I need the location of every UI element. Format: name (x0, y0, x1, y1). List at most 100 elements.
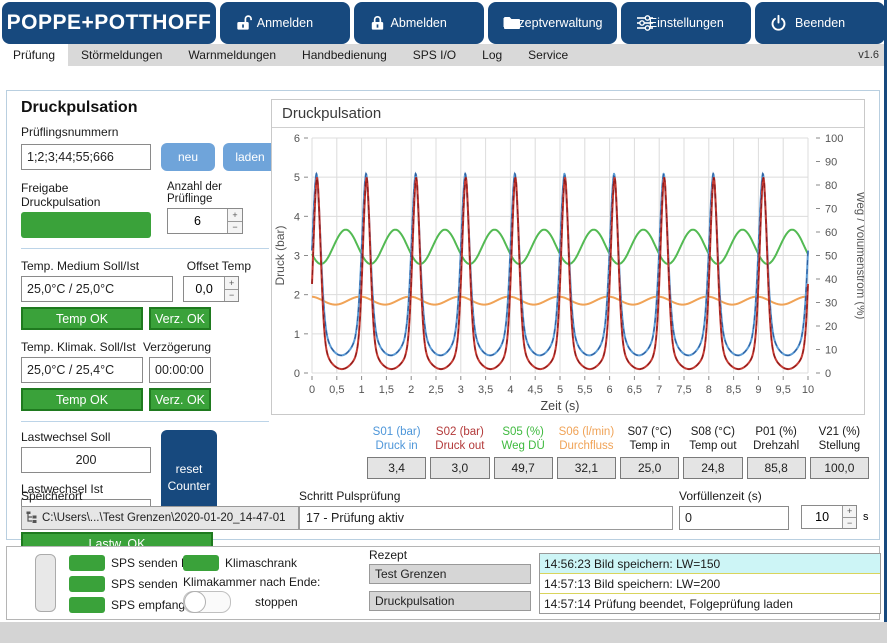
temp-medium-ok-button[interactable]: Temp OK (21, 307, 143, 330)
vorfuellzeit-spinner-group: + − s (801, 505, 869, 529)
lastwechsel-soll-input[interactable] (21, 447, 151, 473)
x-tick-label: 3 (458, 384, 464, 396)
speicherort-label: Speicherort (21, 489, 83, 503)
vorfuell-decrement-button[interactable]: − (843, 516, 856, 528)
laden-button[interactable]: laden (223, 143, 277, 171)
sensor-value: 32,1 (556, 457, 616, 479)
divider (21, 421, 269, 422)
right-tick-label: 100 (825, 133, 843, 145)
right-tick-label: 60 (825, 227, 837, 239)
speicherort-path[interactable]: C:\Users\...\Test Grenzen\2020-01-20_14-… (21, 506, 299, 530)
x-tick-label: 7 (656, 384, 662, 396)
klimakammer-toggle-value: stoppen (255, 594, 298, 609)
drag-handle[interactable] (35, 554, 56, 612)
rezept-name-box[interactable]: Test Grenzen (369, 564, 531, 584)
status-led (69, 575, 105, 592)
x-tick-label: 5,5 (577, 384, 592, 396)
x-tick-label: 10 (802, 384, 814, 396)
tab-st-rmeldungen[interactable]: Störmeldungen (68, 44, 175, 66)
verzoegerung-value[interactable] (149, 357, 211, 383)
abmelden-button[interactable]: Abmelden (353, 2, 484, 44)
left-tick-label: 1 (294, 329, 300, 341)
klima-group: Klimaschrank Klimakammer nach Ende: stop… (183, 553, 353, 613)
offset-temp-label: Offset Temp (186, 259, 251, 273)
temp-klimak-ok-button[interactable]: Temp OK (21, 388, 143, 411)
right-tick-label: 20 (825, 321, 837, 333)
sensor-id-label: P01 (%) (755, 426, 797, 438)
schritt-group: Schritt Pulsprüfung 17 - Prüfung aktiv (299, 489, 673, 530)
left-tick-label: 5 (294, 172, 300, 184)
sensor-name: Temp in (629, 440, 670, 452)
right-tick-label: 80 (825, 180, 837, 192)
unlock-icon (234, 14, 253, 33)
lock-icon (368, 14, 387, 33)
abmelden-button-label: Abmelden (390, 16, 447, 30)
klimakammer-toggle[interactable] (183, 590, 231, 613)
tab-pr-fung[interactable]: Prüfung (0, 44, 69, 66)
temp-klimak-verz-ok-button[interactable]: Verz. OK (149, 388, 211, 411)
offset-increment-button[interactable]: + (225, 277, 238, 289)
sensor-s01: S01 (bar) Druck in 3,4 (367, 425, 427, 479)
vorfuellzeit-input[interactable] (679, 506, 789, 530)
klimakammer-after-end-label: Klimakammer nach Ende: (183, 575, 321, 589)
einstellungen-button[interactable]: Einstellungen (621, 2, 752, 44)
anzahl-input[interactable] (168, 209, 227, 233)
sensor-id-label: S08 (°C) (690, 426, 735, 438)
x-tick-label: 6 (607, 384, 613, 396)
x-tick-label: 4 (507, 384, 513, 396)
temp-medium-verz-ok-button[interactable]: Verz. OK (149, 307, 211, 330)
log-row[interactable]: 14:57:14 Prüfung beendet, Folgeprüfung l… (540, 594, 880, 613)
tab-handbedienung[interactable]: Handbedienung (289, 44, 400, 66)
logo: POPPE+POTTHOFF (2, 2, 216, 44)
chart-title: Druckpulsation (272, 100, 864, 128)
temp-medium-value[interactable] (21, 276, 173, 302)
tab-service[interactable]: Service (515, 44, 581, 66)
beenden-button[interactable]: Beenden (755, 2, 885, 44)
anzahl-decrement-button[interactable]: − (227, 220, 242, 233)
sensor-value: 3,0 (430, 457, 490, 479)
x-axis-label: Zeit (s) (541, 399, 580, 413)
log-row[interactable]: 14:56:23 Bild speichern: LW=150 (540, 554, 880, 574)
sensor-name: Stellung (818, 440, 861, 452)
temp-medium-label: Temp. Medium Soll/Ist (21, 259, 140, 273)
log-row[interactable]: 14:57:13 Bild speichern: LW=200 (540, 574, 880, 594)
main-panel: Druckpulsation Prüflingsnummern neu lade… (6, 90, 880, 555)
klimaschrank-label: Klimaschrank (225, 555, 298, 570)
left-tick-label: 6 (294, 133, 300, 145)
vorfuellzeit-spinner-input[interactable] (802, 506, 843, 528)
indicator-label: SPS senden (111, 576, 178, 591)
offset-decrement-button[interactable]: − (225, 288, 238, 301)
page-title: Druckpulsation (21, 99, 138, 116)
vorfuellzeit-group: Vorfüllenzeit (s) (679, 489, 789, 530)
sensor-value: 25,0 (620, 457, 680, 479)
klimaschrank-status-led (183, 554, 219, 571)
pruefling-input[interactable] (21, 144, 151, 170)
sensor-name: Druck in (375, 440, 418, 452)
tab-bar: Prüfung Störmeldungen Warnmeldungen Handbed… (0, 44, 887, 66)
vorfuell-increment-button[interactable]: + (843, 506, 856, 517)
version-label: v1.6 (858, 49, 879, 61)
tab-sps-i-o[interactable]: SPS I/O (400, 44, 469, 66)
right-tick-label: 90 (825, 157, 837, 169)
bottom-strip (0, 622, 887, 643)
anmelden-button[interactable]: Anmelden (220, 2, 350, 44)
schritt-value: 17 - Prüfung aktiv (299, 506, 673, 530)
sensor-s05: S05 (%) Weg DÜ 49,7 (493, 425, 553, 479)
anzahl-increment-button[interactable]: + (227, 209, 242, 221)
neu-button[interactable]: neu (161, 143, 215, 171)
tab-log[interactable]: Log (469, 44, 515, 66)
x-tick-label: 4,5 (528, 384, 543, 396)
vorfuell-unit-label: s (863, 511, 869, 523)
rezeptverwaltung-button[interactable]: Rezeptverwaltung (487, 2, 618, 44)
rezept-type-box[interactable]: Druckpulsation (369, 591, 531, 611)
offset-temp-input[interactable] (184, 277, 225, 301)
status-led (69, 596, 105, 613)
temp-klimak-value[interactable] (21, 357, 143, 383)
footer-bar: SPS senden Rezept SPS senden SPS empfangen… (6, 546, 881, 620)
sensor-value: 24,8 (683, 457, 743, 479)
sensor-id-label: V21 (%) (818, 426, 861, 438)
freigabe-label: Freigabe Druckpulsation (21, 181, 101, 209)
tab-warnmeldungen[interactable]: Warnmeldungen (175, 44, 289, 66)
temp-klimak-label: Temp. Klimak. Soll/Ist (21, 340, 136, 354)
x-tick-label: 6,5 (627, 384, 642, 396)
